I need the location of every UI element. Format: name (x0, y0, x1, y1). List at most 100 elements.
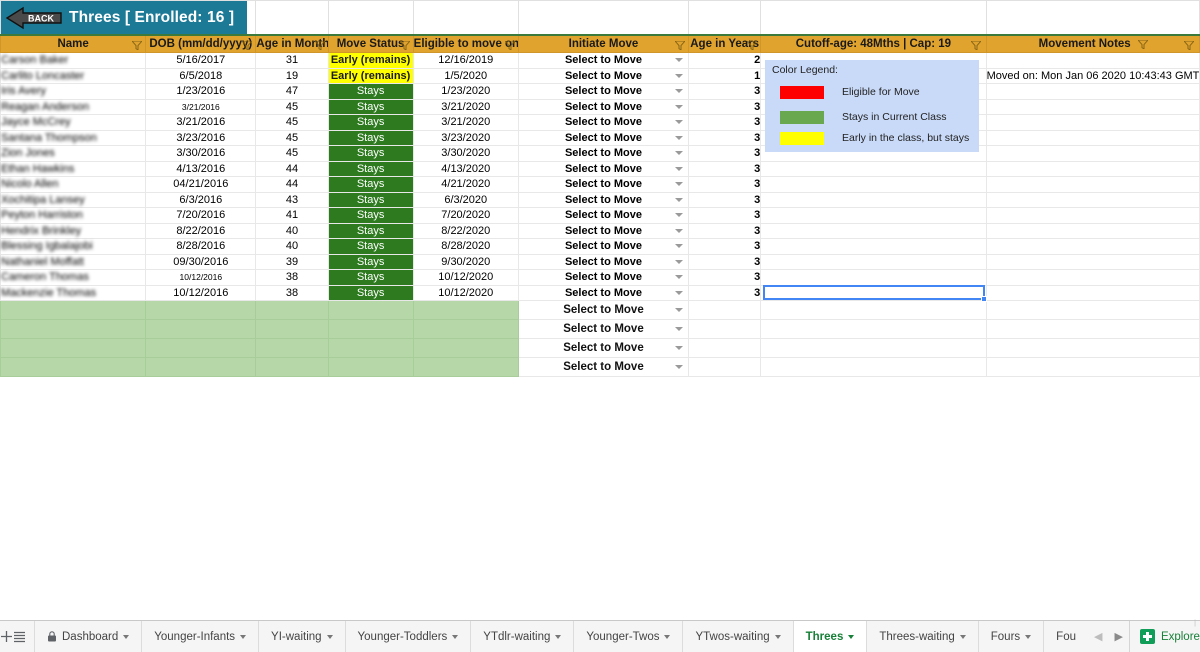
cell-empty-green[interactable] (0, 357, 147, 377)
cell-age-years[interactable]: 3 (688, 222, 762, 239)
cell-age-months[interactable]: 43 (255, 191, 329, 208)
column-header-eligible[interactable]: Eligible to move on (412, 33, 519, 53)
cell-name[interactable]: Nicolo Allen (0, 176, 147, 193)
cell-age-years[interactable]: 3 (688, 145, 762, 162)
cell-move-status[interactable]: Early (remains) (327, 67, 414, 84)
cell-movement-notes[interactable] (985, 98, 1200, 115)
cell-eligible-date[interactable]: 12/16/2019 (412, 52, 519, 69)
cell-initiate-move[interactable]: Select to Move (517, 253, 690, 270)
cell-age-years[interactable]: 3 (688, 191, 762, 208)
cell-initiate-move[interactable]: Select to Move (517, 207, 690, 224)
cell-name[interactable]: Iris Avery (0, 83, 147, 100)
table-row[interactable]: Xochitipa Lansey 6/3/2016 43 Stays 6/3/2020 S… (0, 191, 1200, 208)
cell-age-months[interactable]: 45 (255, 129, 329, 146)
cell-name[interactable]: Reagan Anderson (0, 98, 147, 115)
cell-initiate-move[interactable]: Select to Move (517, 52, 690, 69)
cell-age-years[interactable]: 3 (688, 207, 762, 224)
cell-dob[interactable]: 3/21/2016 (145, 98, 257, 115)
cell-move-status[interactable]: Stays (327, 114, 414, 131)
cell-movement-notes[interactable] (985, 176, 1200, 193)
chevron-down-icon[interactable] (664, 634, 671, 639)
sheet-tab-ytdlr-waiting[interactable]: YTdlr-waiting (471, 621, 575, 652)
cell-eligible-date[interactable]: 1/23/2020 (412, 83, 519, 100)
chevron-down-icon[interactable] (675, 290, 684, 295)
cell-dob[interactable]: 8/28/2016 (145, 238, 257, 255)
cell-empty-green[interactable] (327, 338, 414, 358)
cell-move-status[interactable]: Stays (327, 145, 414, 162)
cell-name[interactable]: Xochitipa Lansey (0, 191, 147, 208)
cell-movement-notes[interactable] (985, 52, 1200, 69)
cell-empty-green[interactable] (145, 319, 257, 339)
cell-movement-notes[interactable] (985, 160, 1200, 177)
cell-age-years[interactable] (688, 338, 762, 358)
explore-button[interactable]: Explore (1128, 621, 1200, 652)
cell-eligible-date[interactable]: 8/28/2020 (412, 238, 519, 255)
cell-cutoff[interactable] (760, 300, 987, 320)
cell-move-status[interactable]: Stays (327, 176, 414, 193)
cell-name[interactable]: Carlito Loncaster (0, 67, 147, 84)
cell-age-years[interactable]: 3 (688, 269, 762, 286)
cell-initiate-move[interactable]: Select to Move (517, 67, 690, 84)
cell-cutoff[interactable] (760, 253, 987, 270)
cell-eligible-date[interactable]: 3/21/2020 (412, 114, 519, 131)
cell-eligible-date[interactable]: 1/5/2020 (412, 67, 519, 84)
cell-age-years[interactable]: 1 (688, 67, 762, 84)
cell-age-years[interactable]: 3 (688, 253, 762, 270)
cell-movement-notes[interactable] (985, 338, 1200, 358)
add-sheet-button[interactable] (0, 621, 13, 652)
cell-age-months[interactable]: 31 (255, 52, 329, 69)
cell-initiate-move[interactable]: Select to Move (517, 145, 690, 162)
chevron-down-icon[interactable] (675, 120, 684, 125)
sheet-grid-area[interactable]: Name DOB (mm/dd/yyyy) Age in Months Move… (0, 0, 1200, 620)
filter-icon[interactable] (1136, 39, 1150, 50)
cell-move-status[interactable]: Stays (327, 191, 414, 208)
chevron-down-icon[interactable] (774, 634, 781, 639)
column-header-movement-notes[interactable]: Movement Notes (985, 33, 1200, 53)
chevron-down-icon[interactable] (675, 73, 684, 78)
cell-age-years[interactable] (688, 319, 762, 339)
cell-empty-green[interactable] (255, 319, 329, 339)
cell-move-status[interactable]: Stays (327, 238, 414, 255)
cell-empty-green[interactable] (327, 319, 414, 339)
tab-scroll-controls[interactable]: ◀ ▶ (1088, 621, 1129, 652)
chevron-down-icon[interactable] (452, 634, 459, 639)
table-row[interactable]: Carlito Loncaster 6/5/2018 19 Early (remain… (0, 67, 1200, 84)
cell-move-status[interactable]: Stays (327, 83, 414, 100)
cell-movement-notes[interactable] (985, 191, 1200, 208)
filter-icon[interactable] (398, 40, 411, 51)
chevron-down-icon[interactable] (123, 634, 130, 639)
chevron-down-icon[interactable] (675, 89, 684, 94)
cell-dob[interactable]: 1/23/2016 (145, 83, 257, 100)
chevron-down-icon[interactable] (675, 228, 684, 233)
cell-name[interactable]: Blessing Igbalajobi (0, 238, 147, 255)
cell-movement-notes[interactable] (985, 319, 1200, 339)
chevron-down-icon[interactable] (675, 213, 684, 218)
chevron-down-icon[interactable] (675, 275, 684, 280)
cell-dob[interactable]: 3/30/2016 (145, 145, 257, 162)
cell-movement-notes[interactable]: Moved on: Mon Jan 06 2020 10:43:43 GMT-0… (985, 67, 1200, 84)
cell-empty-green[interactable] (327, 357, 414, 377)
table-row[interactable]: Nicolo Allen 04/21/2016 44 Stays 4/21/2020 Se… (0, 176, 1200, 193)
cell-movement-notes[interactable] (985, 300, 1200, 320)
cell-name[interactable]: Jayce McCrey (0, 114, 147, 131)
cell-cutoff[interactable] (760, 357, 987, 377)
cell-move-status[interactable]: Stays (327, 222, 414, 239)
cell-move-status[interactable]: Stays (327, 269, 414, 286)
chevron-down-icon[interactable] (675, 151, 684, 156)
cell-empty-green[interactable] (412, 300, 519, 320)
chevron-down-icon[interactable] (675, 259, 684, 264)
chevron-down-icon[interactable] (675, 197, 684, 202)
cell-initiate-move[interactable]: Select to Move (517, 114, 690, 131)
cell-initiate-move[interactable]: Select to Move (517, 191, 690, 208)
cell-initiate-move[interactable]: Select to Move (517, 338, 690, 358)
cell-eligible-date[interactable]: 6/3/2020 (412, 191, 519, 208)
empty-filler-row[interactable]: Select to Move (0, 319, 1200, 339)
filter-icon[interactable] (746, 40, 759, 51)
cell-dob[interactable]: 7/20/2016 (145, 207, 257, 224)
column-header-age-months[interactable]: Age in Months (255, 33, 329, 53)
cell-name[interactable]: Peyton Harriston (0, 207, 147, 224)
cell-cutoff[interactable] (760, 207, 987, 224)
cell-initiate-move[interactable]: Select to Move (517, 222, 690, 239)
sheet-tab-fours[interactable]: Fours (979, 621, 1045, 652)
cell-movement-notes[interactable] (985, 238, 1200, 255)
